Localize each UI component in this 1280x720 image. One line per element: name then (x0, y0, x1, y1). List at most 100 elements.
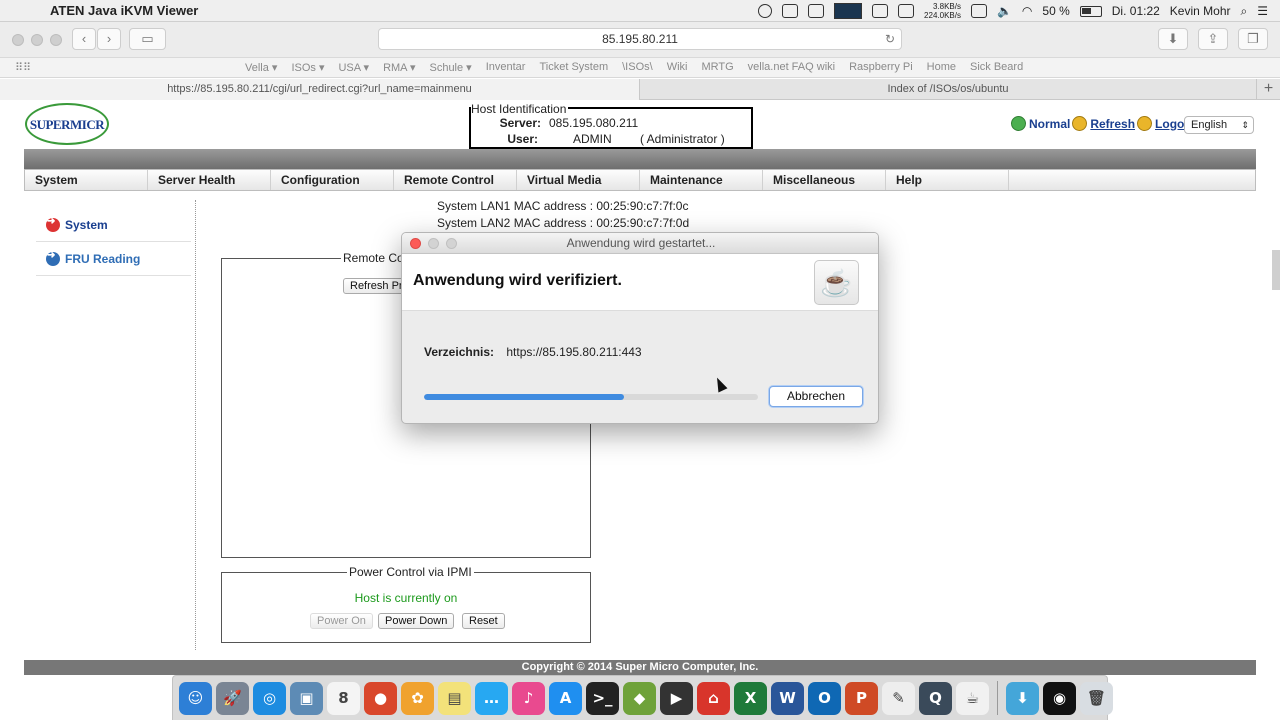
refresh-link[interactable]: Refresh (1090, 117, 1135, 131)
new-tab-button[interactable]: + (1256, 79, 1280, 100)
window-zoom-button[interactable] (50, 34, 62, 46)
messages-icon[interactable]: … (475, 681, 508, 715)
nav-item-server-health[interactable]: Server Health (148, 170, 271, 190)
favorite-link[interactable]: Home (927, 61, 956, 74)
reset-button[interactable]: Reset (462, 613, 505, 629)
nav-item-system[interactable]: System (25, 170, 148, 190)
tab-ubuntu-index[interactable]: Index of /ISOs/os/ubuntu (640, 79, 1256, 100)
safari-icon[interactable]: ◎ (253, 681, 286, 715)
nav-item-virtual-media[interactable]: Virtual Media (517, 170, 640, 190)
favorite-link[interactable]: Schule ▾ (429, 61, 471, 74)
volume-icon[interactable]: 🔈 (997, 4, 1012, 18)
window-minimize-button[interactable] (31, 34, 43, 46)
refresh-preview-button[interactable]: Refresh Pr (343, 278, 410, 294)
android-icon[interactable]: ◆ (623, 681, 656, 715)
battery-icon[interactable] (1079, 5, 1102, 17)
word-icon[interactable]: W (771, 681, 804, 715)
sidebar-toggle-button[interactable]: ▭ (129, 28, 166, 50)
favorite-link[interactable]: Vella ▾ (245, 61, 277, 74)
bluetooth-icon[interactable] (898, 4, 915, 18)
outlook-icon[interactable]: O (808, 681, 841, 715)
finder-icon[interactable]: ☺ (179, 681, 212, 715)
notification-center-icon[interactable]: ☰ (1257, 4, 1268, 18)
wifi-icon[interactable]: ◠ (1022, 4, 1032, 18)
power-on-button[interactable]: Power On (310, 613, 373, 629)
favorite-link[interactable]: MRTG (701, 61, 733, 74)
favorite-link[interactable]: Raspberry Pi (849, 61, 913, 74)
textedit-icon[interactable]: ✎ (882, 681, 915, 715)
excel-icon[interactable]: X (734, 681, 767, 715)
tab-mainmenu[interactable]: https://85.195.80.211/cgi/url_redirect.c… (0, 79, 640, 100)
java-icon[interactable]: ☕ (956, 681, 989, 715)
sidebar-item-system[interactable]: System (36, 208, 191, 242)
downloads-button[interactable]: ⬇ (1158, 28, 1188, 50)
forward-button[interactable]: › (97, 28, 121, 50)
address-bar[interactable]: 85.195.80.211 ↻ (378, 28, 902, 50)
notes-icon[interactable]: ▤ (438, 681, 471, 715)
activity-graph-icon[interactable] (834, 3, 863, 19)
scrollbar[interactable] (1272, 250, 1280, 290)
logout-icon[interactable] (1137, 116, 1153, 131)
terminal-icon[interactable]: >_ (586, 681, 619, 715)
favorite-link[interactable]: \ISOs\ (622, 61, 653, 74)
remote-desktop-icon[interactable]: ⌂ (697, 681, 730, 715)
top-sites-icon[interactable]: ⠿⠿ (15, 61, 31, 74)
battery-percent[interactable]: 50 % (1042, 4, 1069, 18)
share-button[interactable]: ⇪ (1198, 28, 1228, 50)
mac-lan2: System LAN2 MAC address : 00:25:90:c7:7f… (437, 216, 690, 230)
itunes-icon[interactable]: ♪ (512, 681, 545, 715)
calendar-icon[interactable]: 8 (327, 681, 360, 715)
window-close-button[interactable] (12, 34, 24, 46)
dialog-close-button[interactable] (410, 238, 421, 249)
spotlight-search-icon[interactable]: ⌕ (1241, 4, 1248, 19)
favorites-bar: ⠿⠿ Vella ▾ ISOs ▾ USA ▾ RMA ▾ Schule ▾ Invent… (0, 58, 1280, 78)
appstore-icon[interactable]: A (549, 681, 582, 715)
airplay-icon[interactable] (782, 4, 799, 18)
clock[interactable]: Di. 01:22 (1112, 4, 1160, 18)
reload-icon[interactable]: ↻ (885, 29, 895, 50)
normal-link[interactable]: Normal (1029, 117, 1070, 131)
favorite-link[interactable]: vella.net FAQ wiki (748, 61, 835, 74)
language-select[interactable]: English ⇕ (1184, 116, 1254, 134)
nav-item-miscellaneous[interactable]: Miscellaneous (763, 170, 886, 190)
finalcut-icon[interactable]: ▶ (660, 681, 693, 715)
nav-item-maintenance[interactable]: Maintenance (640, 170, 763, 190)
sidebar-item-fru-reading[interactable]: FRU Reading (36, 242, 191, 276)
favorite-link[interactable]: Ticket System (539, 61, 608, 74)
server-label: Server: (499, 116, 541, 130)
nav-item-remote-control[interactable]: Remote Control (394, 170, 517, 190)
trash-icon[interactable]: 🗑 (1080, 681, 1113, 715)
record-icon[interactable] (758, 4, 773, 18)
app-name[interactable]: ATEN Java iKVM Viewer (50, 3, 198, 18)
preview-icon[interactable]: ▣ (290, 681, 323, 715)
launchpad-icon[interactable]: 🚀 (216, 681, 249, 715)
photos-icon[interactable]: ✿ (401, 681, 434, 715)
java-launch-dialog: Anwendung wird gestartet... Anwendung wi… (401, 232, 879, 424)
mac-lan1: System LAN1 MAC address : 00:25:90:c7:7f… (437, 199, 689, 213)
folder-icon[interactable] (808, 4, 825, 18)
user-name[interactable]: Kevin Mohr (1170, 4, 1231, 18)
favorite-link[interactable]: RMA ▾ (383, 61, 415, 74)
nav-item-configuration[interactable]: Configuration (271, 170, 394, 190)
reminders-icon[interactable]: ● (364, 681, 397, 715)
favorite-link[interactable]: USA ▾ (338, 61, 369, 74)
power-down-button[interactable]: Power Down (378, 613, 455, 629)
tray-app-icon[interactable] (872, 4, 889, 18)
favorite-link[interactable]: Inventar (486, 61, 526, 74)
display-icon[interactable] (970, 4, 987, 18)
favorite-link[interactable]: Wiki (667, 61, 688, 74)
sidebar-label-system: System (65, 217, 108, 232)
refresh-icon[interactable] (1072, 116, 1088, 131)
powerpoint-icon[interactable]: P (845, 681, 878, 715)
downloads-icon[interactable]: ⬇ (1006, 681, 1039, 715)
favorite-link[interactable]: Sick Beard (970, 61, 1023, 74)
back-button[interactable]: ‹ (72, 28, 96, 50)
header-band (24, 149, 1256, 169)
tabs-overview-button[interactable]: ❐ (1238, 28, 1268, 50)
quicktime-icon[interactable]: Q (919, 681, 952, 715)
favorite-link[interactable]: ISOs ▾ (291, 61, 324, 74)
logo-text: SUPERMICR (29, 117, 105, 132)
nav-item-help[interactable]: Help (886, 170, 1009, 190)
music-icon[interactable]: ◉ (1043, 681, 1076, 715)
cancel-button[interactable]: Abbrechen (769, 386, 863, 407)
